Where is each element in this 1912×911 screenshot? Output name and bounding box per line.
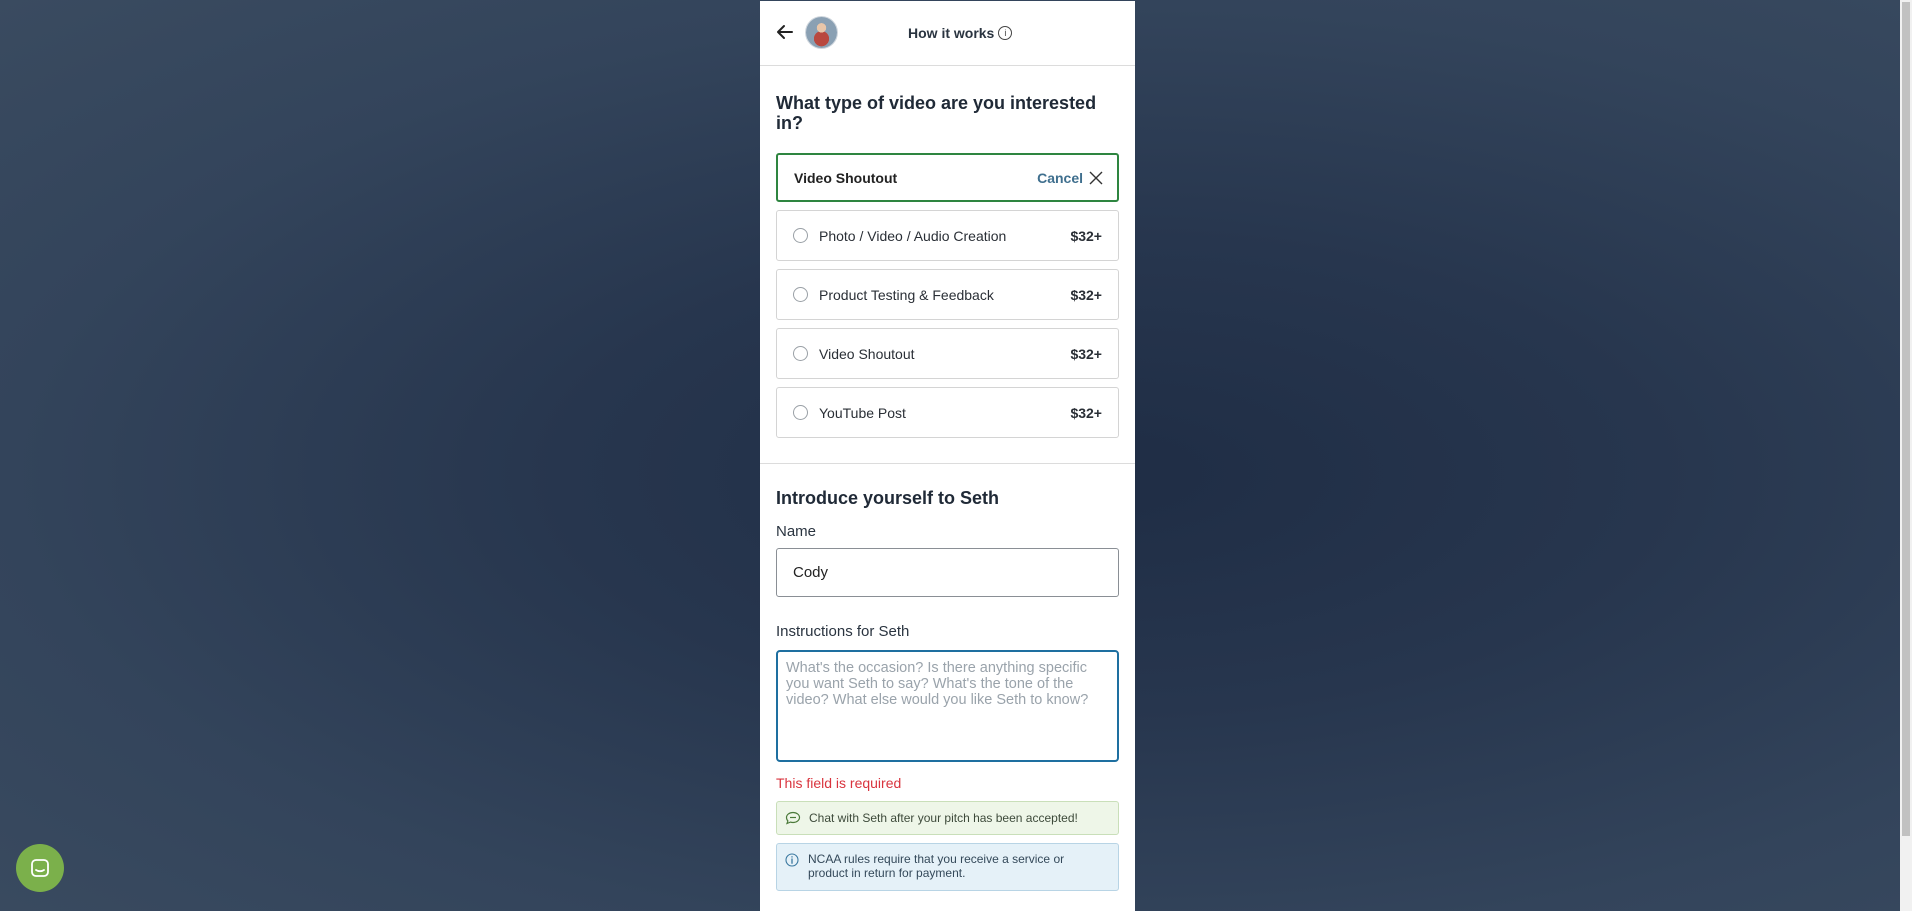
ncaa-notice-text: NCAA rules require that you receive a se… <box>808 852 1065 880</box>
selected-video-type: Video Shoutout Cancel <box>776 153 1119 202</box>
chat-notice-text: Chat with Seth after your pitch has been… <box>809 811 1078 825</box>
option-price: $32+ <box>1070 345 1102 362</box>
info-icon <box>785 853 799 867</box>
error-message: This field is required <box>776 775 902 791</box>
pitch-panel: How it works i What type of video are yo… <box>760 1 1135 911</box>
option-price: $32+ <box>1070 227 1102 244</box>
how-it-works-link[interactable]: How it works i <box>908 25 1013 41</box>
page-scrollbar[interactable] <box>1900 0 1912 911</box>
option-video-shoutout[interactable]: Video Shoutout $32+ <box>776 328 1119 379</box>
option-price: $32+ <box>1070 286 1102 303</box>
cancel-button[interactable]: Cancel <box>1037 170 1103 186</box>
close-icon <box>1089 171 1103 184</box>
back-button[interactable] <box>774 21 796 43</box>
option-price: $32+ <box>1070 404 1102 421</box>
selected-video-type-label: Video Shoutout <box>794 169 898 186</box>
intro-title: Introduce yourself to Seth <box>776 488 1000 508</box>
chat-bubble-icon <box>785 811 801 825</box>
video-type-section: What type of video are you interested in… <box>760 66 1135 464</box>
intro-section: Introduce yourself to Seth Name Instruct… <box>760 464 1135 891</box>
top-bar: How it works i <box>760 1 1135 66</box>
chat-icon <box>31 859 49 877</box>
arrow-left-icon <box>777 25 793 39</box>
option-youtube-post[interactable]: YouTube Post $32+ <box>776 387 1119 438</box>
scrollbar-thumb[interactable] <box>1902 2 1910 836</box>
option-photo-video-audio[interactable]: Photo / Video / Audio Creation $32+ <box>776 210 1119 261</box>
option-product-testing[interactable]: Product Testing & Feedback $32+ <box>776 269 1119 320</box>
cancel-label: Cancel <box>1037 169 1083 186</box>
option-label: YouTube Post <box>819 404 906 421</box>
option-label: Photo / Video / Audio Creation <box>819 227 1007 244</box>
option-label: Product Testing & Feedback <box>819 286 994 303</box>
chat-launcher-button[interactable] <box>16 844 64 892</box>
instructions-label: Instructions for Seth <box>776 623 910 640</box>
option-label: Video Shoutout <box>819 345 915 362</box>
how-it-works-label: How it works <box>908 25 995 41</box>
avatar <box>806 17 837 48</box>
radio-button[interactable] <box>793 346 808 361</box>
radio-button[interactable] <box>793 287 808 302</box>
radio-button[interactable] <box>793 405 808 420</box>
ncaa-notice: NCAA rules require that you receive a se… <box>776 843 1119 891</box>
video-type-question: What type of video are you interested in… <box>776 93 1097 133</box>
name-label: Name <box>776 523 817 540</box>
radio-button[interactable] <box>793 228 808 243</box>
name-input[interactable] <box>776 548 1119 597</box>
chat-notice: Chat with Seth after your pitch has been… <box>776 801 1119 835</box>
info-icon: i <box>998 26 1013 40</box>
instructions-textarea[interactable] <box>776 650 1119 762</box>
